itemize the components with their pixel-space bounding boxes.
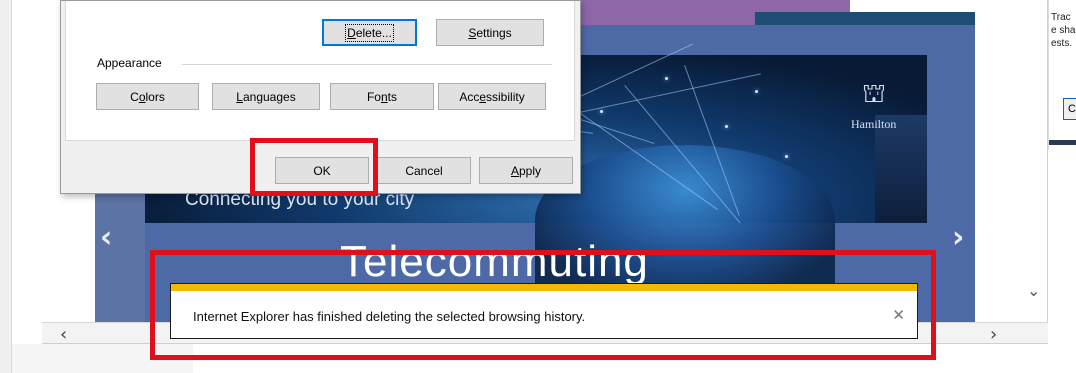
delete-button[interactable]: Delete... [322,19,417,46]
scroll-left-icon[interactable]: ‹ [60,324,67,345]
settings-button[interactable]: Settings [436,19,544,46]
cancel-button[interactable]: Cancel [377,157,471,184]
languages-button[interactable]: Languages [212,83,320,110]
left-strip [0,0,12,373]
side-panel-text: ests. [1051,38,1073,49]
group-divider [182,64,552,65]
dialog-tab-page: Delete... Settings Appearance Colors Lan… [65,1,575,141]
side-panel-text: Trac [1051,12,1071,23]
scroll-right-icon[interactable]: › [990,324,997,345]
side-panel: Trac e shar ests. Ca [1048,0,1076,150]
accessibility-button[interactable]: Accessibility [438,83,546,110]
side-panel-bar [1049,140,1076,145]
nav-bar-blue [755,12,975,25]
apply-button[interactable]: Apply [479,157,573,184]
appearance-group-label: Appearance [97,56,162,70]
hamilton-logo-text: Hamilton [851,117,897,131]
chevron-left-icon[interactable]: ‹ [100,220,112,255]
close-icon[interactable]: ✕ [892,306,905,324]
hamilton-crest-icon: ⛫ [862,79,886,109]
notification-accent [171,284,917,291]
fonts-button[interactable]: Fonts [330,83,434,110]
side-panel-button[interactable]: Ca [1063,98,1076,120]
side-panel-text: e shar [1051,25,1076,36]
chevron-down-icon[interactable]: ⌄ [1027,281,1040,300]
chevron-right-icon[interactable]: › [952,220,964,255]
ok-highlight [250,138,378,196]
notification-bar: Internet Explorer has finished deleting … [170,283,918,339]
notification-message: Internet Explorer has finished deleting … [193,309,586,324]
page-margin [12,0,42,344]
colors-button[interactable]: Colors [96,83,199,110]
